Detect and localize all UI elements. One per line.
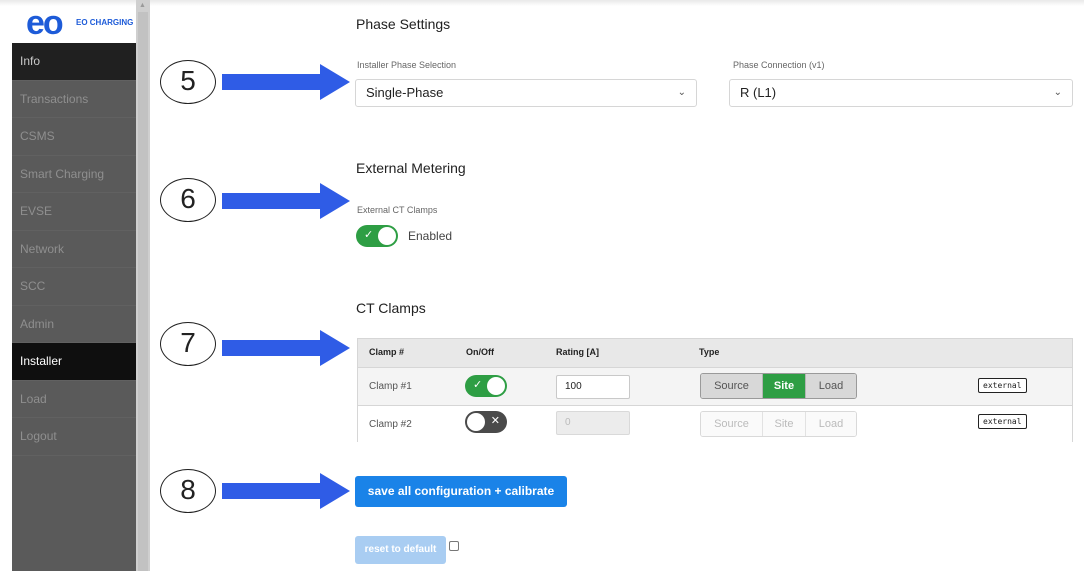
sidebar-item-admin[interactable]: Admin	[12, 306, 136, 343]
clamp-2-toggle[interactable]: ✕	[465, 411, 507, 433]
table-row: Clamp #1 ✓ 100 Source Site Load external	[358, 368, 1072, 406]
clamp-1-type-selector: Source Site Load	[700, 373, 857, 399]
step-8-arrow-icon	[222, 473, 350, 509]
ct-clamps-table: Clamp # On/Off Rating [A] Type Clamp #1 …	[357, 338, 1073, 443]
clamp-1-rating-input[interactable]: 100	[556, 375, 630, 399]
toggle-knob	[467, 413, 485, 431]
sidebar-item-installer[interactable]: Installer	[12, 343, 136, 381]
sidebar-nav: Info Transactions CSMS Smart Charging EV…	[12, 43, 136, 456]
sidebar-item-logout[interactable]: Logout	[12, 418, 136, 456]
sidebar-item-evse[interactable]: EVSE	[12, 193, 136, 231]
step-5-circle: 5	[160, 60, 216, 104]
window-top-edge	[0, 0, 1084, 6]
step-7-circle: 7	[160, 322, 216, 366]
installer-phase-value: Single-Phase	[366, 85, 444, 100]
logo-mark: eo	[26, 4, 64, 42]
sidebar: eo EO CHARGING Info Transactions CSMS Sm…	[12, 4, 136, 571]
clamp-2-external-tag: external	[978, 414, 1027, 429]
step-6-arrow-icon	[222, 183, 350, 219]
toggle-knob	[487, 377, 505, 395]
table-header: Clamp # On/Off Rating [A] Type	[358, 339, 1072, 368]
close-icon: ✕	[490, 415, 500, 427]
external-ct-clamps-label: External CT Clamps	[357, 205, 438, 215]
type-site-button[interactable]: Site	[763, 412, 805, 436]
sidebar-item-smart-charging[interactable]: Smart Charging	[12, 156, 136, 193]
sidebar-item-load[interactable]: Load	[12, 381, 136, 418]
clamp-1-toggle[interactable]: ✓	[465, 375, 507, 397]
phase-connection-label: Phase Connection (v1)	[733, 60, 825, 70]
phase-connection-select[interactable]: R (L1) ⌄	[729, 79, 1073, 107]
col-on-off: On/Off	[466, 347, 494, 357]
sidebar-item-info[interactable]: Info	[12, 43, 136, 81]
step-5-arrow-icon	[222, 64, 350, 100]
sidebar-item-scc[interactable]: SCC	[12, 268, 136, 306]
external-ct-clamps-toggle[interactable]: ✓	[356, 225, 398, 247]
step-6-circle: 6	[160, 178, 216, 222]
reset-default-checkbox[interactable]	[449, 541, 459, 551]
phase-settings-heading: Phase Settings	[356, 16, 451, 32]
check-icon: ✓	[364, 229, 374, 241]
ct-clamps-heading: CT Clamps	[356, 300, 426, 316]
clamp-1-external-tag: external	[978, 378, 1027, 393]
installer-phase-select[interactable]: Single-Phase ⌄	[355, 79, 697, 107]
type-site-button[interactable]: Site	[763, 374, 805, 398]
toggle-knob	[378, 227, 396, 245]
clamp-name: Clamp #2	[369, 419, 412, 430]
table-row: Clamp #2 ✕ 0 Source Site Load external	[358, 406, 1072, 443]
col-type: Type	[699, 347, 720, 357]
type-load-button[interactable]: Load	[805, 374, 856, 398]
sidebar-scrollbar[interactable]: ▲	[136, 0, 150, 571]
scrollbar-thumb[interactable]	[138, 12, 148, 571]
clamp-2-rating-input[interactable]: 0	[556, 411, 630, 435]
clamp-2-type-selector: Source Site Load	[700, 411, 857, 437]
chevron-down-icon: ⌄	[1053, 87, 1062, 98]
phase-connection-value: R (L1)	[740, 85, 777, 100]
scroll-up-arrow-icon[interactable]: ▲	[139, 2, 146, 9]
external-metering-heading: External Metering	[356, 160, 466, 176]
check-icon: ✓	[473, 379, 483, 391]
step-8-circle: 8	[160, 469, 216, 513]
save-calibrate-button[interactable]: save all configuration + calibrate	[355, 476, 567, 507]
type-source-button[interactable]: Source	[701, 412, 763, 436]
installer-phase-label: Installer Phase Selection	[357, 60, 457, 70]
logo-text: EO CHARGING	[76, 18, 134, 27]
chevron-down-icon: ⌄	[677, 87, 686, 98]
step-7-arrow-icon	[222, 330, 350, 366]
sidebar-item-csms[interactable]: CSMS	[12, 118, 136, 156]
external-ct-clamps-status: Enabled	[408, 229, 453, 243]
sidebar-item-transactions[interactable]: Transactions	[12, 81, 136, 118]
type-load-button[interactable]: Load	[805, 412, 856, 436]
type-source-button[interactable]: Source	[701, 374, 763, 398]
logo: eo EO CHARGING	[12, 4, 136, 43]
reset-default-button[interactable]: reset to default	[355, 536, 446, 564]
clamp-name: Clamp #1	[369, 381, 412, 392]
col-rating: Rating [A]	[556, 347, 599, 357]
sidebar-item-network[interactable]: Network	[12, 231, 136, 268]
col-clamp: Clamp #	[369, 347, 405, 357]
